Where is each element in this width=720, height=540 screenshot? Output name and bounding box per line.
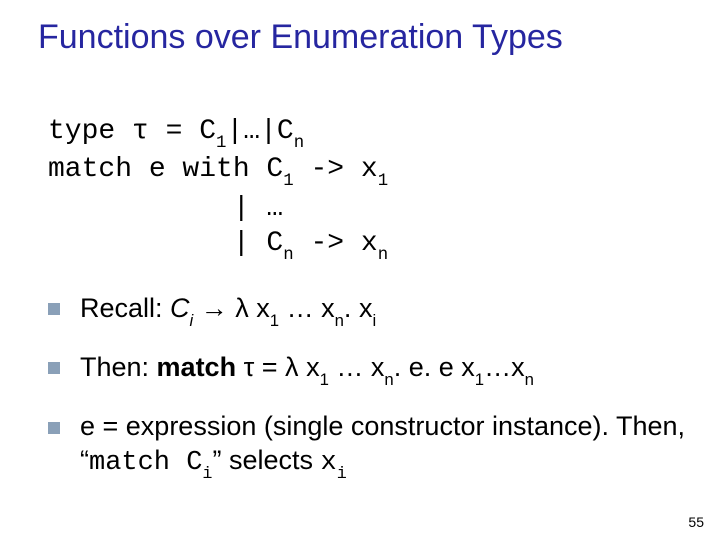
t: . e. e [394, 352, 462, 382]
t: x [321, 293, 335, 323]
subscript: n [378, 246, 388, 265]
bullet-recall: Recall: Ci → λ x1 … xn. xi [48, 292, 690, 329]
match-ci: match C [89, 448, 202, 478]
xi: x [321, 448, 337, 478]
t: Then: [80, 352, 157, 382]
t: x [256, 293, 270, 323]
lambda-symbol: λ [235, 293, 249, 323]
t: x [461, 352, 475, 382]
t [236, 352, 244, 382]
code-line-4: | Cn -> xn [48, 228, 388, 259]
t: x [511, 352, 525, 382]
code-line-1: type τ = C1|…|Cn [48, 116, 304, 147]
subscript: n [335, 311, 344, 330]
lambda-symbol: λ [285, 352, 299, 382]
t: … [484, 352, 511, 382]
bullet-list: Recall: Ci → λ x1 … xn. xi Then: match τ… [48, 292, 690, 484]
t [299, 352, 307, 382]
t: | C [48, 228, 283, 259]
slide: Functions over Enumeration Types type τ … [0, 0, 720, 540]
t: |…|C [226, 116, 293, 147]
ci: C [170, 293, 190, 323]
subscript: i [337, 465, 347, 484]
code-line-2: match e with C1 -> x1 [48, 154, 388, 185]
arrow-icon: → [193, 293, 235, 323]
subscript: 1 [283, 172, 293, 191]
t: type [48, 116, 132, 147]
subscript: i [190, 311, 194, 330]
subscript: i [372, 311, 376, 330]
bullet-then: Then: match τ = λ x1 … xn. e. e x1…xn [48, 351, 690, 388]
subscript: 1 [270, 311, 279, 330]
t: match e with C [48, 154, 283, 185]
code-line-3: | … [48, 193, 283, 224]
t: x [306, 352, 320, 382]
subscript: n [384, 370, 393, 389]
t: -> x [294, 228, 378, 259]
subscript: 1 [216, 134, 226, 153]
tau-symbol: τ [132, 116, 149, 147]
subscript: 1 [378, 172, 388, 191]
bullet-expression: e = expression (single constructor insta… [48, 410, 690, 483]
subscript: 1 [320, 370, 329, 389]
code-block: type τ = C1|…|Cn match e with C1 -> x1 |… [48, 79, 690, 264]
slide-title: Functions over Enumeration Types [38, 18, 690, 57]
page-number: 55 [688, 514, 704, 530]
t: = C [149, 116, 216, 147]
t: ” selects [212, 445, 320, 475]
subscript: n [294, 134, 304, 153]
subscript: i [202, 465, 212, 484]
t: … [279, 293, 321, 323]
subscript: 1 [475, 370, 484, 389]
t: = [254, 352, 285, 382]
t: x [371, 352, 385, 382]
subscript: n [525, 370, 534, 389]
tau-symbol: τ [244, 352, 255, 382]
t: . [344, 293, 359, 323]
t: Recall: [80, 293, 170, 323]
t: -> x [294, 154, 378, 185]
match-kw: match [157, 352, 237, 382]
t: … [329, 352, 371, 382]
subscript: n [283, 246, 293, 265]
t: x [359, 293, 373, 323]
